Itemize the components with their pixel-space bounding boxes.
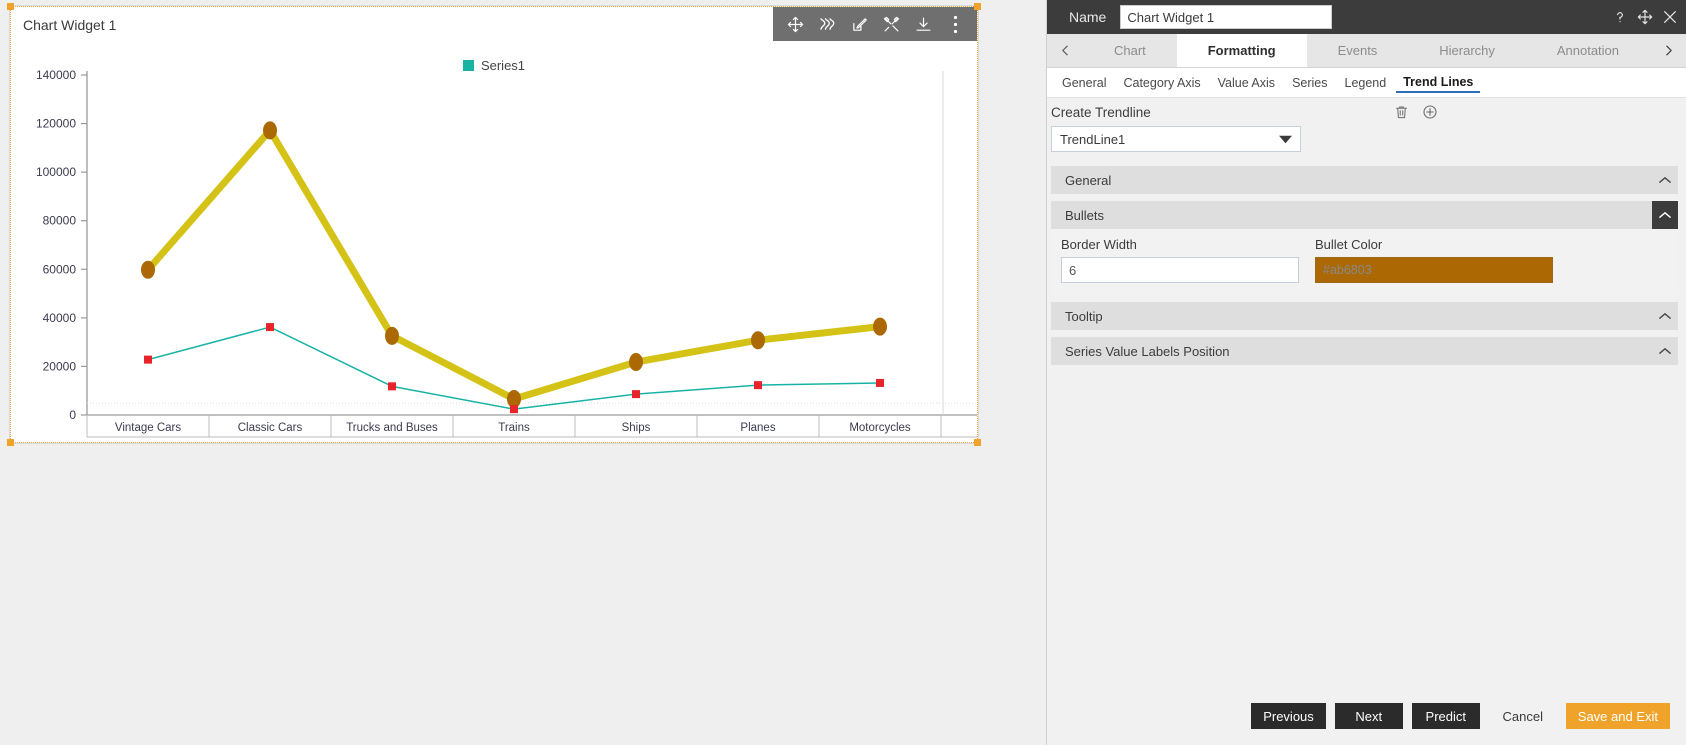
resize-handle-bottom-left[interactable] <box>7 439 14 446</box>
subtab-value-axis-label: Value Axis <box>1217 75 1276 90</box>
svg-text:100000: 100000 <box>36 165 76 179</box>
section-general-label: General <box>1065 172 1112 188</box>
trash-icon[interactable] <box>1394 104 1409 120</box>
section-series-value-labels-position-label: Series Value Labels Position <box>1065 343 1230 359</box>
tabs-prev-arrow[interactable] <box>1047 34 1083 67</box>
svg-text:Classic Cars: Classic Cars <box>238 422 303 434</box>
previous-button[interactable]: Previous <box>1251 703 1326 729</box>
tab-annotation[interactable]: Annotation <box>1525 34 1650 67</box>
chevron-up-icon[interactable] <box>1652 166 1678 194</box>
panel-body: Create Trendline TrendLine1 General Bull… <box>1047 98 1686 745</box>
panel-footer: Previous Next Predict Cancel Save and Ex… <box>1251 703 1670 729</box>
border-width-field: Border Width <box>1051 237 1299 283</box>
tab-events[interactable]: Events <box>1306 34 1409 67</box>
tab-formatting[interactable]: Formatting <box>1176 34 1307 67</box>
move-icon[interactable] <box>779 7 811 41</box>
subtab-trend-lines-label: Trend Lines <box>1403 74 1474 89</box>
close-icon[interactable] <box>1662 9 1678 25</box>
bullet-color-field: Bullet Color #ab6803 <box>1299 237 1553 283</box>
border-width-input[interactable] <box>1061 257 1299 283</box>
chevron-up-icon[interactable] <box>1652 201 1678 229</box>
section-general[interactable]: General <box>1051 166 1678 194</box>
save-and-exit-button[interactable]: Save and Exit <box>1565 703 1670 729</box>
chart-widget[interactable]: Chart Widget 1 Series1 0 20000 40000 600… <box>7 3 981 446</box>
bullet-color-swatch[interactable]: #ab6803 <box>1315 257 1553 283</box>
svg-text:120000: 120000 <box>36 117 76 131</box>
tab-formatting-label: Formatting <box>1207 43 1276 58</box>
help-icon[interactable] <box>1612 9 1628 25</box>
section-tooltip-label: Tooltip <box>1065 308 1103 324</box>
svg-text:Trains: Trains <box>498 422 530 434</box>
panel-move-icon[interactable] <box>1637 9 1653 25</box>
design-canvas[interactable]: Chart Widget 1 Series1 0 20000 40000 600… <box>0 0 1046 745</box>
subtab-general[interactable]: General <box>1055 74 1113 92</box>
chevron-up-icon[interactable] <box>1652 337 1678 365</box>
svg-text:Planes: Planes <box>740 422 775 434</box>
next-button[interactable]: Next <box>1334 703 1403 729</box>
create-trendline-row: Create Trendline <box>1047 98 1686 120</box>
panel-header: Name <box>1047 0 1686 34</box>
widget-toolbar[interactable] <box>773 7 977 41</box>
subtab-general-label: General <box>1062 75 1107 90</box>
panel-subtabs[interactable]: General Category Axis Value Axis Series … <box>1047 68 1686 98</box>
subtab-series[interactable]: Series <box>1285 74 1334 92</box>
properties-panel[interactable]: Name Chart Fo <box>1046 0 1686 745</box>
chevron-up-icon[interactable] <box>1652 302 1678 330</box>
svg-text:Motorcycles: Motorcycles <box>849 422 911 434</box>
bullet-color-value: #ab6803 <box>1323 263 1372 277</box>
subtab-category-axis[interactable]: Category Axis <box>1116 74 1207 92</box>
svg-text:Trucks and Buses: Trucks and Buses <box>346 422 438 434</box>
section-tooltip[interactable]: Tooltip <box>1051 302 1678 330</box>
download-icon[interactable] <box>907 7 939 41</box>
tab-annotation-label: Annotation <box>1556 43 1620 58</box>
widget-title: Chart Widget 1 <box>23 17 117 33</box>
trendline-select[interactable]: TrendLine1 <box>1051 126 1301 152</box>
plus-circle-icon[interactable] <box>1422 104 1438 120</box>
tab-chart-label: Chart <box>1113 43 1146 58</box>
chart-plot-area[interactable]: Series1 0 20000 40000 60000 80000 100000 12000… <box>11 41 977 442</box>
chevron-down-icon <box>1279 132 1292 147</box>
tab-chart[interactable]: Chart <box>1083 34 1177 67</box>
svg-text:40000: 40000 <box>43 311 77 325</box>
section-series-value-labels-position[interactable]: Series Value Labels Position <box>1051 337 1678 365</box>
subtab-value-axis[interactable]: Value Axis <box>1211 74 1282 92</box>
panel-tabs[interactable]: Chart Formatting Events Hierarchy Annota… <box>1047 34 1686 68</box>
subtab-category-axis-label: Category Axis <box>1123 75 1201 90</box>
svg-text:60000: 60000 <box>43 262 77 276</box>
resize-handle-top-left[interactable] <box>7 3 14 10</box>
tools-icon[interactable] <box>875 7 907 41</box>
bullets-section-body: Border Width Bullet Color #ab6803 <box>1051 229 1678 295</box>
create-trendline-label: Create Trendline <box>1051 104 1151 120</box>
subtab-legend[interactable]: Legend <box>1338 74 1394 92</box>
subtab-trend-lines[interactable]: Trend Lines <box>1396 73 1481 93</box>
tab-events-label: Events <box>1337 43 1378 58</box>
trendline-select-value: TrendLine1 <box>1060 131 1126 147</box>
edit-icon[interactable] <box>843 7 875 41</box>
svg-text:140000: 140000 <box>36 68 76 82</box>
chart-svg: 0 20000 40000 60000 80000 100000 120000 140000 V… <box>36 68 977 438</box>
svg-text:Ships: Ships <box>622 422 651 434</box>
tabs-next-arrow[interactable] <box>1650 34 1686 67</box>
svg-text:20000: 20000 <box>43 359 77 373</box>
resize-handle-top-right[interactable] <box>974 3 981 10</box>
tab-hierarchy[interactable]: Hierarchy <box>1408 34 1526 67</box>
more-options-icon[interactable] <box>939 7 971 41</box>
resize-handle-bottom-right[interactable] <box>974 439 981 446</box>
name-label: Name <box>1069 9 1107 25</box>
name-input[interactable] <box>1120 5 1333 29</box>
section-bullets-label: Bullets <box>1065 207 1105 223</box>
border-width-label: Border Width <box>1061 237 1137 252</box>
cancel-button[interactable]: Cancel <box>1489 703 1557 729</box>
section-bullets[interactable]: Bullets <box>1051 201 1678 229</box>
subtab-series-label: Series <box>1292 75 1328 90</box>
svg-text:0: 0 <box>69 408 76 422</box>
squiggle-icon[interactable] <box>811 7 843 41</box>
subtab-legend-label: Legend <box>1344 75 1387 90</box>
predict-button[interactable]: Predict <box>1411 703 1480 729</box>
bullet-color-label: Bullet Color <box>1315 237 1383 252</box>
tab-hierarchy-label: Hierarchy <box>1439 43 1495 58</box>
svg-text:Vintage Cars: Vintage Cars <box>115 422 182 434</box>
svg-text:80000: 80000 <box>43 214 77 228</box>
